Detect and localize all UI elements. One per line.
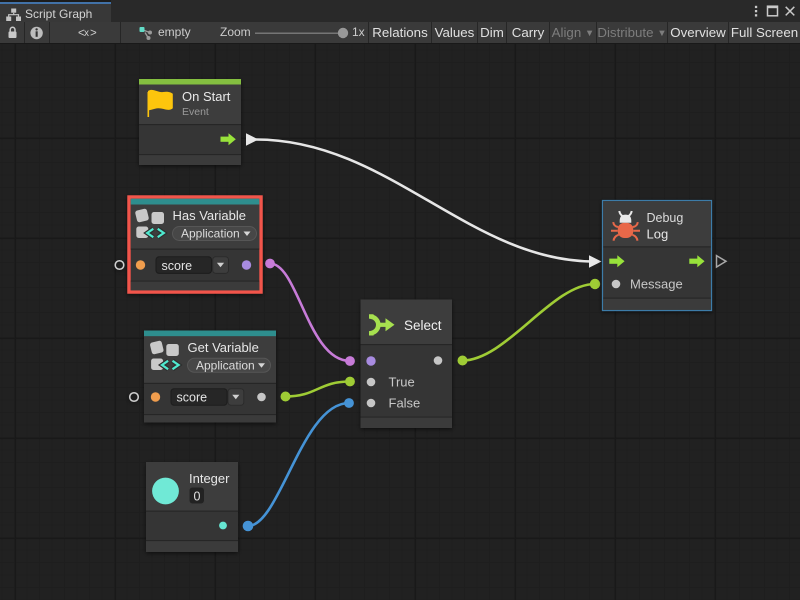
svg-text:0: 0 (194, 490, 201, 504)
svg-text:>: > (90, 28, 97, 40)
svg-text:Debug: Debug (647, 211, 684, 225)
svg-text:Select: Select (404, 318, 442, 333)
svg-text:On Start: On Start (182, 89, 231, 104)
svg-text:Event: Event (182, 106, 209, 118)
svg-text:score: score (162, 259, 193, 273)
svg-text:Has Variable: Has Variable (173, 208, 246, 223)
svg-text:score: score (177, 391, 208, 405)
svg-text:Integer: Integer (189, 471, 230, 486)
svg-text:True: True (389, 375, 415, 390)
svg-text:False: False (389, 396, 421, 411)
svg-text:Message: Message (630, 277, 683, 292)
svg-text:x: x (84, 28, 89, 39)
svg-text:Application: Application (181, 227, 240, 241)
svg-text:Get Variable: Get Variable (188, 340, 259, 355)
svg-text:Log: Log (647, 227, 669, 242)
svg-text:Application: Application (196, 358, 255, 372)
